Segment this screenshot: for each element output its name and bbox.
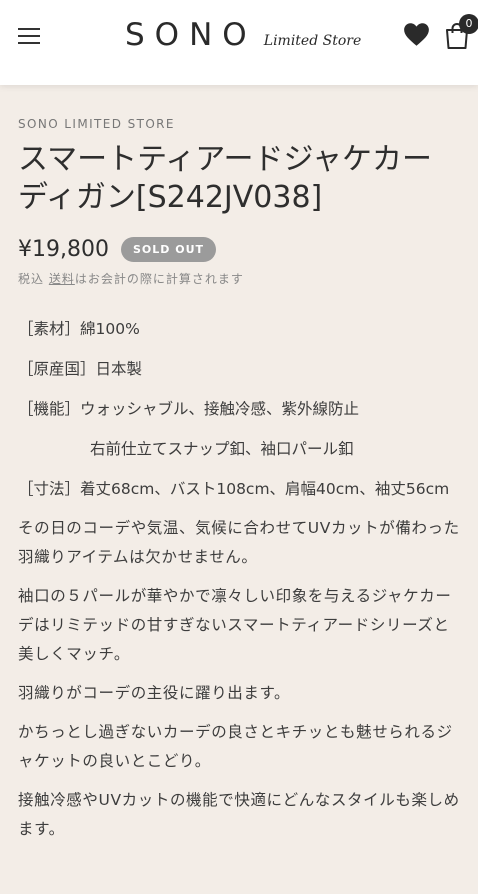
cart-count-badge[interactable]: 0 (459, 14, 478, 34)
product-price: ¥19,800 (18, 237, 109, 263)
logo-sub-text: Limited Store (263, 33, 362, 49)
spec-material: ［素材］綿100% (18, 320, 140, 339)
spec-function: ［機能］ウォッシャブル、接触冷感、紫外線防止 (18, 400, 360, 419)
price-row: ¥19,800 SOLD OUT (18, 237, 460, 263)
tax-prefix: 税込 (18, 272, 49, 287)
site-header: SONO Limited Store 0 (0, 0, 478, 85)
sold-out-badge: SOLD OUT (120, 237, 217, 263)
product-title: スマートティアードジャケカーディガン[S242JV038] (18, 142, 432, 215)
logo-main-text: SONO (125, 17, 257, 53)
product-description: ［素材］綿100% ［原産国］日本製 ［機能］ウォッシャブル、接触冷感、紫外線防… (18, 309, 460, 844)
site-logo[interactable]: SONO Limited Store (125, 17, 361, 53)
description-paragraph: 袖口の５パールが華やかで凛々しい印象を与えるジャケカーデはリミテッドの甘すぎない… (18, 587, 452, 664)
menu-icon[interactable] (18, 28, 40, 44)
tax-suffix: はお会計の際に計算されます (74, 272, 244, 287)
shipping-link[interactable]: 送料 (49, 272, 75, 286)
spec-size: ［寸法］着丈68cm、バスト108cm、肩幅40cm、袖丈56cm (18, 480, 450, 499)
description-paragraph: その日のコーデや気温、気候に合わせてUVカットが備わった羽織りアイテムは欠かせま… (18, 519, 460, 567)
product-content: SONO LIMITED STORE スマートティアードジャケカーディガン[S2… (0, 117, 478, 844)
description-paragraph: 接触冷感やUVカットの機能で快適にどんなスタイルも楽しめます。 (18, 791, 460, 839)
tax-note: 税込 送料はお会計の際に計算されます (18, 270, 460, 287)
spec-function-detail: 右前仕立てスナップ釦、袖口パール釦 (90, 440, 354, 459)
spec-origin: ［原産国］日本製 (18, 360, 143, 379)
vendor-name: SONO LIMITED STORE (18, 117, 175, 131)
heart-icon[interactable] (403, 22, 430, 47)
description-paragraph: 羽織りがコーデの主役に躍り出ます。 (18, 684, 291, 703)
description-paragraph: かちっとし過ぎないカーデの良さとキチッとも魅せられるジャケットの良いとこどり。 (18, 723, 453, 771)
